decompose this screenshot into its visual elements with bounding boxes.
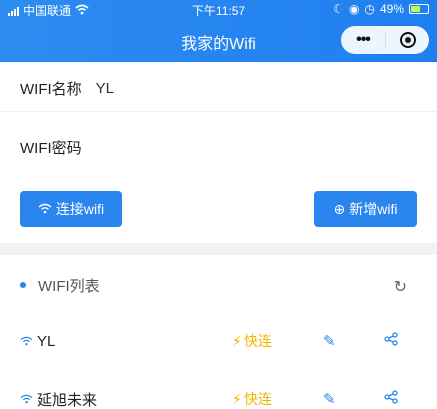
wifi-name-value[interactable]: YL (96, 80, 114, 97)
alarm-icon: ◷ (364, 2, 375, 16)
share-icon[interactable] (384, 332, 398, 350)
status-bar: 中国联通 下午11:57 ☾ ◉ ◷ 49% (0, 0, 437, 18)
moon-icon: ☾ (333, 2, 344, 16)
wifi-name-row: WIFI名称 YL (0, 66, 437, 112)
quick-connect-button[interactable]: ⚡ 快连 (232, 331, 272, 351)
lock-rotation-icon: ◉ (349, 2, 360, 16)
target-icon (399, 32, 416, 48)
plus-circle-icon: ⊕ (333, 200, 346, 217)
add-wifi-button[interactable]: ⊕ 新增wifi (314, 191, 417, 227)
close-miniprogram-button[interactable] (386, 32, 429, 48)
connect-wifi-button[interactable]: 连接wifi (20, 191, 122, 227)
lightning-icon: ⚡ (232, 390, 242, 407)
wifi-name-label: WIFI名称 (20, 81, 82, 98)
wifi-list-header: WIFI列表 ↻ (0, 263, 437, 307)
status-right: ☾ ◉ ◷ 49% (333, 2, 429, 16)
refresh-icon[interactable]: ↻ (394, 277, 407, 297)
ssid-label: YL (37, 332, 56, 350)
add-wifi-label: 新增wifi (349, 201, 398, 217)
list-item[interactable]: 延旭未来 ⚡ 快连 ✎ (0, 376, 437, 409)
quick-connect-label: 快连 (243, 333, 272, 349)
connect-wifi-label: 连接wifi (55, 201, 105, 217)
bullet-dot (20, 282, 26, 288)
app-header: 中国联通 下午11:57 ☾ ◉ ◷ 49% 我家的Wifi ••• (0, 0, 437, 62)
edit-icon[interactable]: ✎ (323, 390, 336, 408)
wifi-icon (38, 201, 52, 217)
share-icon[interactable] (384, 390, 398, 408)
wifi-password-input[interactable] (91, 132, 437, 162)
wifi-password-row: WIFI密码 (0, 124, 437, 170)
lightning-icon: ⚡ (232, 332, 242, 349)
list-item-ssid: YL (20, 333, 55, 350)
wifi-icon (20, 391, 33, 408)
list-item[interactable]: YL ⚡ 快连 ✎ (0, 318, 437, 364)
wifi-password-label: WIFI密码 (20, 139, 82, 157)
quick-connect-button[interactable]: ⚡ 快连 (232, 389, 272, 409)
wifi-icon (20, 333, 33, 350)
list-item-ssid: 延旭未来 (20, 389, 97, 409)
quick-connect-label: 快连 (243, 391, 272, 407)
section-divider (0, 243, 437, 255)
edit-icon[interactable]: ✎ (323, 332, 336, 350)
ssid-label: 延旭未来 (37, 391, 98, 409)
mini-program-capsule: ••• (341, 26, 429, 54)
battery-percent: 49% (379, 2, 404, 16)
battery-icon (409, 4, 429, 14)
wifi-list-title: WIFI列表 (38, 277, 100, 295)
more-button[interactable]: ••• (341, 31, 385, 49)
